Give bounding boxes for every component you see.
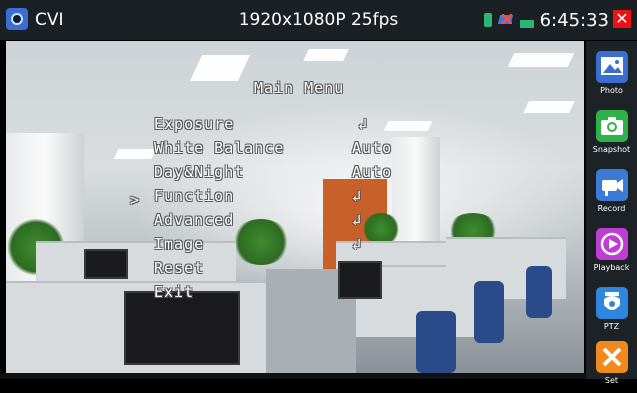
osd-value-white-balance: Auto <box>352 139 393 157</box>
osd-value-day-night: Auto <box>352 163 393 181</box>
set-button[interactable]: Set <box>586 337 637 393</box>
osd-value-image: ↲ <box>352 235 363 253</box>
photo-label: Photo <box>600 86 623 95</box>
set-label: Set <box>604 376 619 385</box>
playback-label: Playback <box>593 263 630 272</box>
ceiling-light <box>383 121 433 131</box>
play-icon <box>596 228 628 260</box>
ptz-button[interactable]: PTZ <box>586 283 637 339</box>
ceiling-light <box>189 55 251 81</box>
bottom-edge <box>0 373 586 379</box>
ptz-label: PTZ <box>603 322 620 331</box>
playback-button[interactable]: Playback <box>586 224 637 280</box>
video-camera-icon <box>596 169 628 201</box>
osd-item-exit[interactable]: Exit <box>154 283 194 301</box>
record-button[interactable]: Record <box>586 165 637 221</box>
title-bar: CVI 1920x1080P 25fps 6:45:33 ✕ <box>0 0 637 40</box>
tools-icon <box>596 341 628 373</box>
monitor <box>338 261 382 299</box>
osd-item-function[interactable]: Function <box>154 187 234 205</box>
osd-item-reset[interactable]: Reset <box>154 259 204 277</box>
no-network-icon <box>498 14 514 26</box>
osd-selection-marker: > <box>130 191 141 209</box>
chair <box>526 266 552 318</box>
camera-icon <box>596 110 628 142</box>
osd-item-day-night[interactable]: Day&Night <box>154 163 244 181</box>
chair <box>474 281 504 343</box>
monitor <box>124 291 240 365</box>
photo-icon <box>596 51 628 83</box>
close-button[interactable]: ✕ <box>613 10 631 28</box>
ceiling-light <box>507 53 575 67</box>
osd-item-image[interactable]: Image <box>154 235 204 253</box>
osd-value-exposure: ↲ <box>358 115 369 133</box>
snapshot-label: Snapshot <box>592 145 631 154</box>
ceiling-light <box>113 149 157 159</box>
osd-menu-title: Main Menu <box>254 79 345 97</box>
ceiling-light <box>523 101 575 113</box>
right-toolbar: Photo Snapshot Record Playback PTZ Set <box>586 41 637 385</box>
dome-camera-icon <box>596 287 628 319</box>
clock: 6:45:33 <box>539 9 609 31</box>
osd-item-exposure[interactable]: Exposure <box>154 115 234 133</box>
osd-value-function: ↲ <box>352 187 363 205</box>
plant <box>231 219 291 265</box>
photo-button[interactable]: Photo <box>586 47 637 103</box>
status-area: 6:45:33 <box>483 8 609 32</box>
record-label: Record <box>597 204 626 213</box>
camera-view[interactable]: Main Menu > Exposure ↲ White Balance Aut… <box>6 41 584 373</box>
osd-item-advanced[interactable]: Advanced <box>154 211 234 229</box>
monitor <box>84 249 128 279</box>
chair <box>416 311 456 373</box>
snapshot-button[interactable]: Snapshot <box>586 106 637 162</box>
battery-icon <box>519 20 534 28</box>
ceiling-light <box>303 49 349 61</box>
sim-card-icon <box>483 13 492 27</box>
osd-value-advanced: ↲ <box>352 211 363 229</box>
osd-item-white-balance[interactable]: White Balance <box>154 139 284 157</box>
